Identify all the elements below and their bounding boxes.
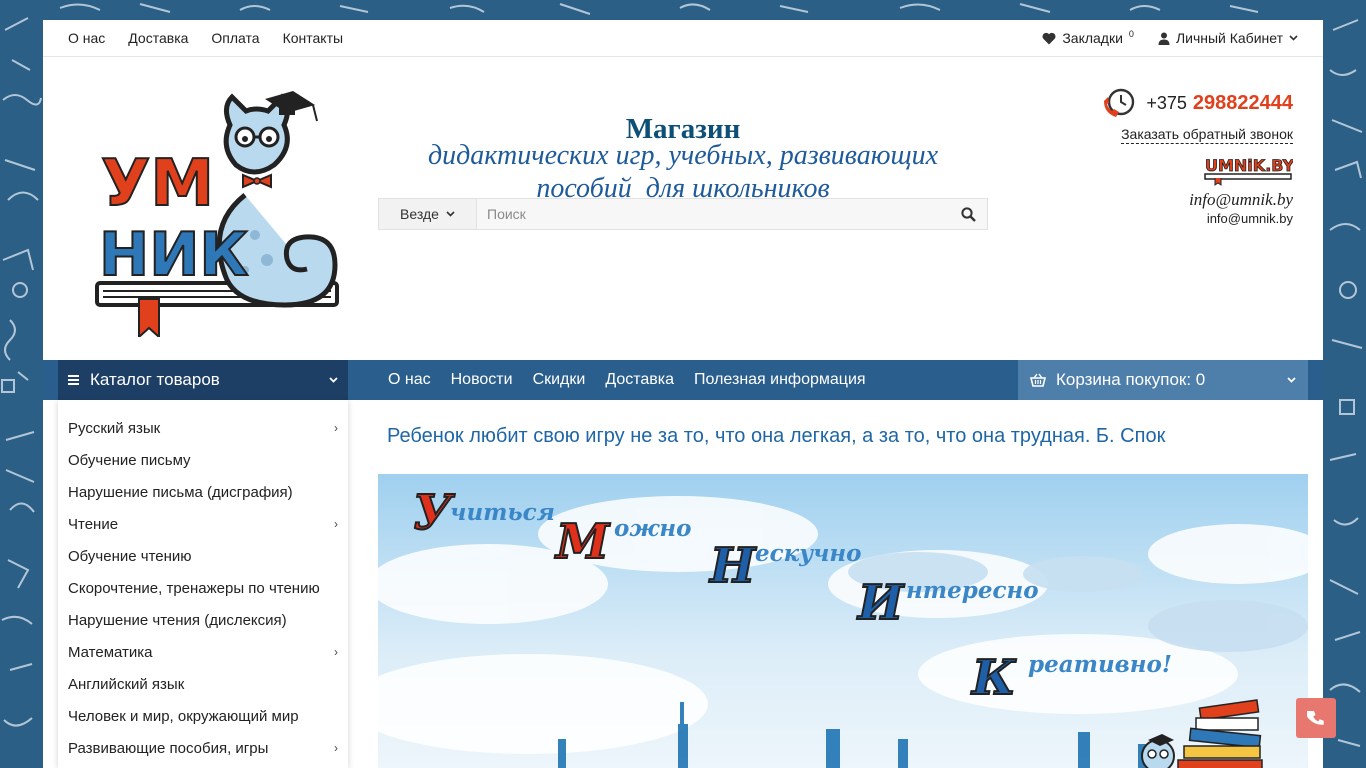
- category-games[interactable]: Развивающие пособия, игры ›: [58, 732, 348, 764]
- category-english[interactable]: Английский язык: [58, 668, 348, 700]
- header: УМ НИК Магазин дидактических игр, учебны…: [43, 57, 1323, 360]
- chevron-down-icon: [329, 377, 338, 383]
- top-link-about[interactable]: О нас: [68, 30, 105, 46]
- bookmarks-link[interactable]: Закладки 0: [1042, 29, 1134, 46]
- chevron-right-icon: ›: [334, 741, 338, 755]
- email-italic[interactable]: info@umnik.by: [1102, 190, 1293, 210]
- bookmarks-count: 0: [1128, 29, 1134, 39]
- shop-subtitle-line1: дидактических игр, учебных, развивающих: [427, 140, 939, 171]
- search-icon: [960, 206, 976, 222]
- category-russian[interactable]: Русский язык ›: [58, 412, 348, 444]
- nav-links: О нас Новости Скидки Доставка Полезная и…: [388, 360, 866, 400]
- search-input[interactable]: [477, 199, 949, 229]
- heart-icon: [1042, 32, 1056, 44]
- main-nav: Каталог товаров О нас Новости Скидки Дос…: [43, 360, 1323, 400]
- category-label: Человек и мир, окружающий мир: [68, 707, 299, 725]
- page-quote: Ребенок любит свою игру не за то, что он…: [387, 425, 1166, 447]
- category-label: Обучение чтению: [68, 547, 192, 565]
- banner-word-4: нтересно: [906, 577, 1039, 604]
- phone-icon: [1307, 711, 1324, 725]
- category-dysgraphia[interactable]: Нарушение письма (дисграфия): [58, 476, 348, 508]
- category-label: Нарушение письма (дисграфия): [68, 483, 293, 501]
- category-label: Нарушение чтения (дислексия): [68, 611, 287, 629]
- top-right: Закладки 0 Личный Кабинет: [1042, 29, 1298, 46]
- nav-link-useful-info[interactable]: Полезная информация: [694, 371, 866, 389]
- shop-subtitle: дидактических игр, учебных, развивающих …: [393, 139, 973, 205]
- category-world[interactable]: Человек и мир, окружающий мир: [58, 700, 348, 732]
- banner-word-3: ескучно: [755, 540, 862, 567]
- category-learn-reading[interactable]: Обучение чтению: [58, 540, 348, 572]
- banner-word-1: читься: [450, 499, 555, 526]
- chevron-down-icon: [446, 211, 455, 217]
- search-bar: Везде: [378, 198, 988, 230]
- banner-word-2: ожно: [614, 515, 691, 542]
- menu-icon: [68, 373, 79, 387]
- search-button[interactable]: [949, 199, 987, 229]
- banner-letter-4: И: [856, 575, 905, 631]
- banner-letter-3: Н: [708, 538, 757, 594]
- umnik-by-logo: UMNiK.BY: [1204, 156, 1293, 186]
- basket-icon: [1030, 373, 1046, 387]
- nav-link-discounts[interactable]: Скидки: [533, 371, 586, 389]
- account-label: Личный Кабинет: [1175, 30, 1283, 46]
- chevron-right-icon: ›: [334, 645, 338, 659]
- banner-letter-2: М: [554, 514, 611, 570]
- page-container: О нас Доставка Оплата Контакты Закладки 0…: [43, 20, 1323, 768]
- cart-label: Корзина покупок: 0: [1056, 370, 1206, 389]
- category-writing[interactable]: Обучение письму: [58, 444, 348, 476]
- chevron-right-icon: ›: [334, 421, 338, 435]
- top-link-delivery[interactable]: Доставка: [128, 30, 188, 46]
- top-link-payment[interactable]: Оплата: [211, 30, 259, 46]
- category-label: Обучение письму: [68, 451, 191, 469]
- top-bar: О нас Доставка Оплата Контакты Закладки 0…: [43, 20, 1323, 57]
- call-button[interactable]: [1296, 698, 1336, 738]
- category-label: Математика: [68, 643, 153, 661]
- catalog-label: Каталог товаров: [90, 370, 220, 389]
- catalog-sidebar: Русский язык › Обучение письму Нарушение …: [58, 400, 348, 768]
- top-link-contacts[interactable]: Контакты: [283, 30, 343, 46]
- account-menu[interactable]: Личный Кабинет: [1158, 30, 1298, 46]
- phone-row: +375 298822444: [1102, 86, 1293, 120]
- phone-code: +375: [1146, 92, 1187, 113]
- contact-block: +375 298822444 Заказать обратный звонок …: [1102, 86, 1293, 226]
- phone-number[interactable]: 298822444: [1193, 92, 1293, 115]
- umnik-logo[interactable]: УМ НИК: [95, 85, 345, 337]
- category-label: Английский язык: [68, 675, 185, 693]
- nav-link-delivery[interactable]: Доставка: [605, 371, 674, 389]
- nav-link-about[interactable]: О нас: [388, 371, 431, 389]
- cart-button[interactable]: Корзина покупок: 0: [1018, 360, 1308, 400]
- site-logo-text: UMNiK.BY: [1205, 156, 1293, 175]
- search-scope-label: Везде: [400, 206, 439, 222]
- email-link[interactable]: info@umnik.by: [1102, 211, 1293, 226]
- clock-phone-icon: [1104, 88, 1135, 117]
- category-label: Развивающие пособия, игры: [68, 739, 269, 757]
- catalog-toggle[interactable]: Каталог товаров: [58, 360, 348, 400]
- site-logo: UMNiK.BY: [1102, 154, 1293, 186]
- banner-word-5: реативно!: [1028, 651, 1172, 678]
- category-label: Скорочтение, тренажеры по чтению: [68, 579, 320, 597]
- search-scope-select[interactable]: Везде: [379, 199, 477, 229]
- category-speed-reading[interactable]: Скорочтение, тренажеры по чтению: [58, 572, 348, 604]
- category-label: Чтение: [68, 515, 119, 533]
- chevron-down-icon: [1289, 35, 1298, 41]
- category-reading[interactable]: Чтение ›: [58, 508, 348, 540]
- banner-letter-5: К: [970, 650, 1017, 706]
- category-math[interactable]: Математика ›: [58, 636, 348, 668]
- chevron-down-icon: [1287, 377, 1296, 383]
- category-dyslexia[interactable]: Нарушение чтения (дислексия): [58, 604, 348, 636]
- callback-link[interactable]: Заказать обратный звонок: [1121, 126, 1293, 144]
- user-icon: [1158, 32, 1170, 45]
- category-label: Русский язык: [68, 419, 161, 437]
- bookmarks-label: Закладки: [1062, 30, 1123, 46]
- top-links: О нас Доставка Оплата Контакты: [68, 30, 343, 46]
- logo-text-top: УМ: [101, 147, 214, 221]
- banner-letter-1: У: [413, 485, 455, 541]
- nav-link-news[interactable]: Новости: [451, 371, 513, 389]
- logo-text-bottom: НИК: [99, 220, 248, 290]
- hero-banner[interactable]: У читься М ожно Н ескучно И нтересно К р…: [378, 474, 1308, 768]
- chevron-right-icon: ›: [334, 517, 338, 531]
